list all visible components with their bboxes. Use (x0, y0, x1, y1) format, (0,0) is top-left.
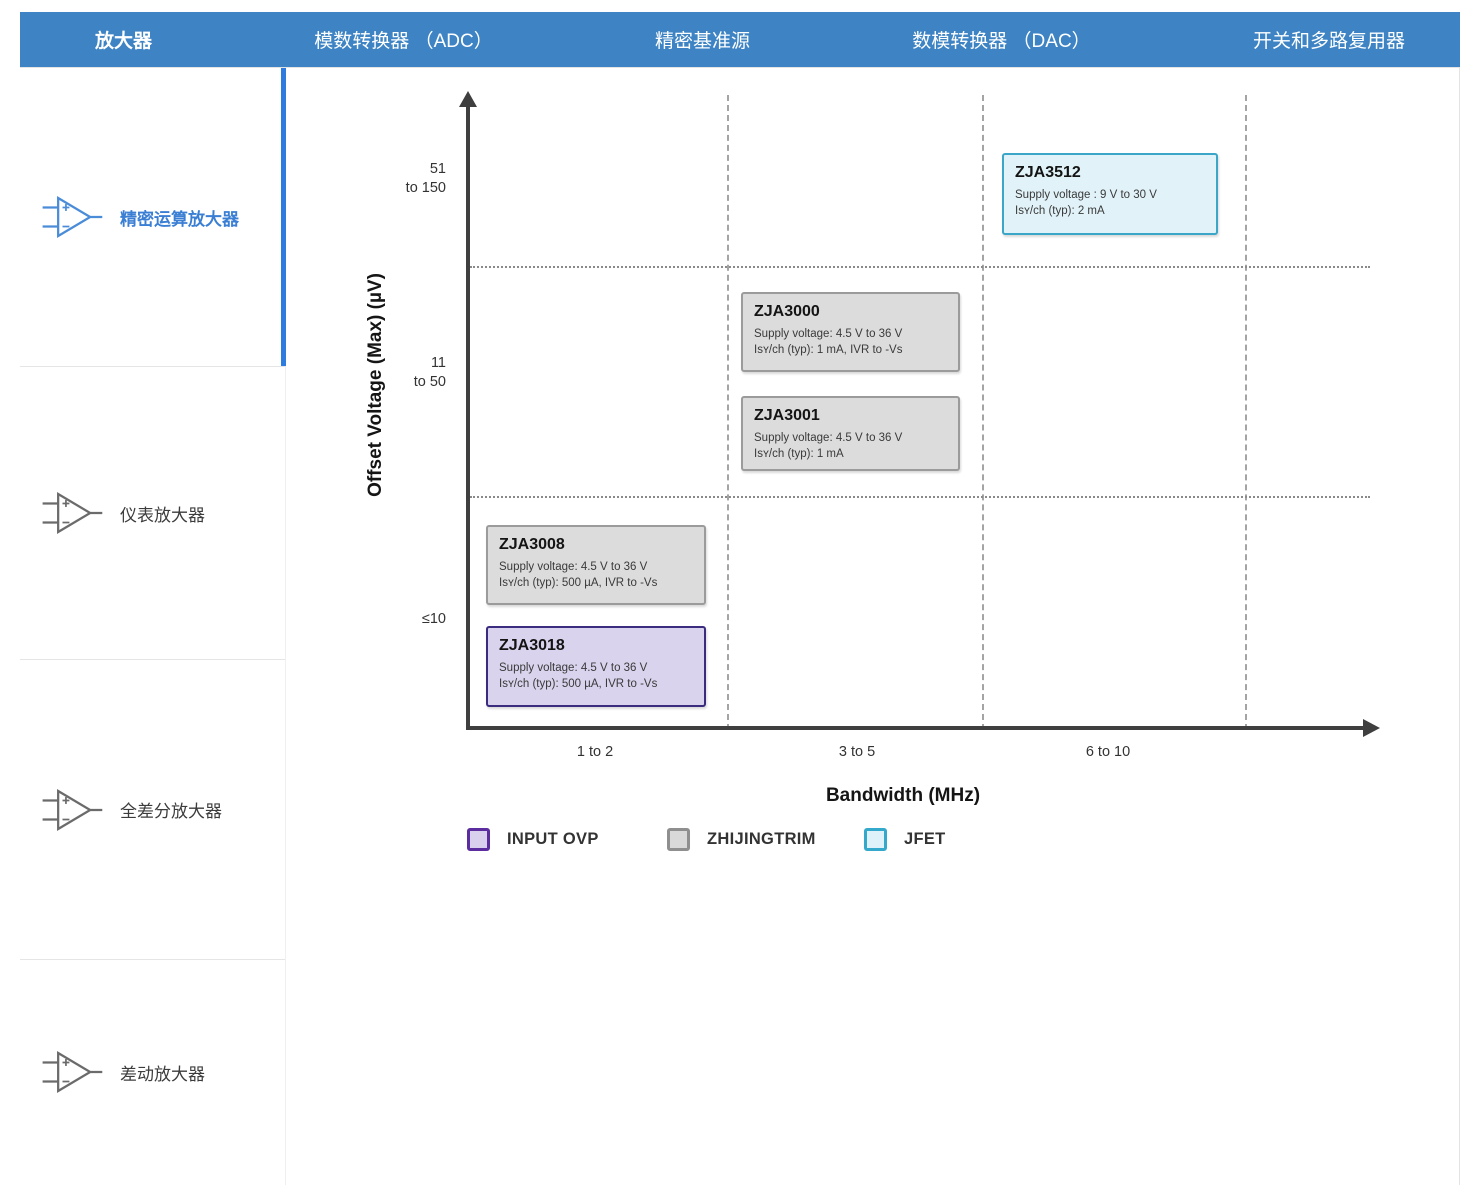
sidebar-item-label: 精密运算放大器 (120, 205, 239, 230)
x-axis-line (466, 726, 1364, 730)
sidebar-item-fully-differential-amp[interactable]: 全差分放大器 (20, 660, 285, 960)
opamp-icon (40, 487, 104, 539)
vertical-gridline (1245, 95, 1247, 730)
sidebar-item-label: 仪表放大器 (120, 501, 205, 526)
y-tick-51-150: 51 to 150 (340, 160, 446, 198)
y-axis-arrow-icon (459, 91, 477, 107)
y-axis-line (466, 106, 470, 728)
product-spec: Supply voltage : 9 V to 30 V (1015, 187, 1205, 203)
vertical-gridline (727, 95, 729, 730)
product-spec: Supply voltage: 4.5 V to 36 V (499, 559, 693, 575)
legend-label: ZHIJINGTRIM (707, 830, 816, 849)
product-spec: Supply voltage: 4.5 V to 36 V (754, 326, 947, 342)
x-tick-3-5: 3 to 5 (802, 744, 912, 760)
jfet-swatch-icon (864, 828, 887, 851)
nav-item-adc[interactable]: 模数转换器 （ADC） (314, 26, 492, 53)
product-spec: Isʏ/ch (typ): 1 mA (754, 446, 947, 462)
nav-item-dac[interactable]: 数模转换器 （DAC） (912, 26, 1090, 53)
sidebar-item-difference-amp[interactable]: 差动放大器 (20, 960, 285, 1184)
product-card-zja3000[interactable]: ZJA3000 Supply voltage: 4.5 V to 36 V Is… (741, 292, 960, 372)
nav-item-amplifiers[interactable]: 放大器 (95, 26, 152, 53)
x-axis-title: Bandwidth (MHz) (703, 785, 1103, 807)
nav-item-voltage-reference[interactable]: 精密基准源 (655, 26, 750, 53)
product-spec: Supply voltage: 4.5 V to 36 V (754, 430, 947, 446)
product-card-zja3512[interactable]: ZJA3512 Supply voltage : 9 V to 30 V Isʏ… (1002, 153, 1218, 235)
y-tick-le-10: ≤10 (340, 610, 446, 629)
product-name: ZJA3000 (754, 303, 947, 321)
x-tick-1-2: 1 to 2 (540, 744, 650, 760)
opamp-icon (40, 1046, 104, 1098)
product-selector-page: 放大器 模数转换器 （ADC） 精密基准源 数模转换器 （DAC） 开关和多路复… (0, 0, 1480, 1185)
opamp-icon (40, 191, 104, 243)
product-spec: Isʏ/ch (typ): 1 mA, IVR to -Vs (754, 342, 947, 358)
y-axis-title: Offset Voltage (Max) (µV) (365, 273, 387, 497)
product-spec: Isʏ/ch (typ): 500 µA, IVR to -Vs (499, 575, 693, 591)
sidebar-item-label: 差动放大器 (120, 1060, 205, 1085)
product-card-zja3008[interactable]: ZJA3008 Supply voltage: 4.5 V to 36 V Is… (486, 525, 706, 605)
legend-label: INPUT OVP (507, 830, 599, 849)
y-tick-11-50: 11 to 50 (340, 354, 446, 392)
sidebar-item-instrumentation-amp[interactable]: 仪表放大器 (20, 367, 285, 660)
x-axis-arrow-icon (1363, 719, 1380, 737)
horizontal-gridline (470, 496, 1370, 498)
input-ovp-swatch-icon (467, 828, 490, 851)
legend-item-zhijingtrim: ZHIJINGTRIM (667, 828, 816, 851)
opamp-icon (40, 784, 104, 836)
zhijingtrim-swatch-icon (667, 828, 690, 851)
product-name: ZJA3018 (499, 637, 693, 655)
product-spec: Supply voltage: 4.5 V to 36 V (499, 660, 693, 676)
product-card-zja3001[interactable]: ZJA3001 Supply voltage: 4.5 V to 36 V Is… (741, 396, 960, 471)
product-card-zja3018[interactable]: ZJA3018 Supply voltage: 4.5 V to 36 V Is… (486, 626, 706, 707)
legend-item-jfet: JFET (864, 828, 946, 851)
horizontal-gridline (470, 266, 1370, 268)
legend-label: JFET (904, 830, 946, 849)
sidebar-item-label: 全差分放大器 (120, 797, 222, 822)
product-spec: Isʏ/ch (typ): 500 µA, IVR to -Vs (499, 676, 693, 692)
legend-item-input-ovp: INPUT OVP (467, 828, 599, 851)
amplifier-category-sidebar: 精密运算放大器 仪表放大器 全差分放大器 差动放大器 (20, 68, 286, 1185)
top-nav: 放大器 模数转换器 （ADC） 精密基准源 数模转换器 （DAC） 开关和多路复… (20, 12, 1460, 67)
product-name: ZJA3001 (754, 407, 947, 425)
x-tick-6-10: 6 to 10 (1053, 744, 1163, 760)
nav-item-switches-mux[interactable]: 开关和多路复用器 (1253, 26, 1405, 53)
product-name: ZJA3512 (1015, 164, 1205, 182)
product-spec: Isʏ/ch (typ): 2 mA (1015, 203, 1205, 219)
product-name: ZJA3008 (499, 536, 693, 554)
sidebar-item-precision-opamp[interactable]: 精密运算放大器 (20, 68, 285, 367)
vertical-gridline (982, 95, 984, 730)
